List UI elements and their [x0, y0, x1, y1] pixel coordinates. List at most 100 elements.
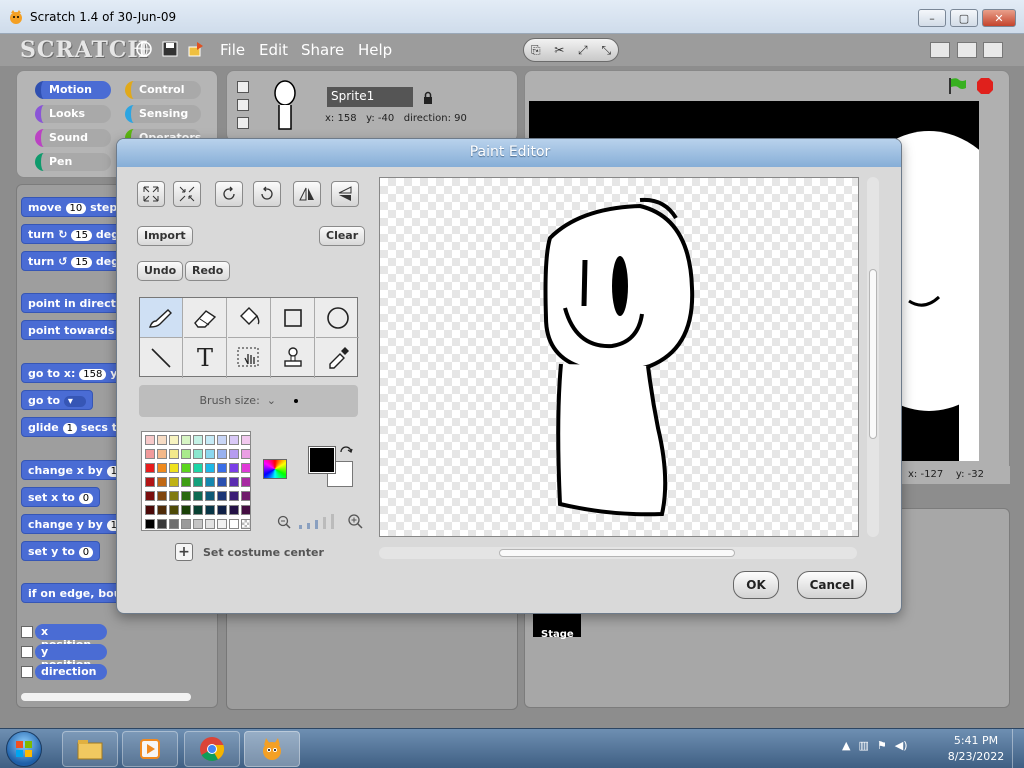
close-button[interactable]: ✕	[982, 9, 1016, 27]
block-turn-ccw[interactable]: turn ↺ 15 deg	[21, 251, 127, 271]
color-swatch[interactable]	[169, 505, 179, 515]
zoom-level-bars[interactable]	[297, 513, 341, 529]
grow-icon[interactable]: ⤢	[575, 42, 591, 58]
minimize-button[interactable]: –	[918, 9, 946, 27]
normal-stage-icon[interactable]	[956, 42, 977, 58]
eraser-tool[interactable]	[184, 298, 227, 338]
undo-button[interactable]: Undo	[137, 261, 184, 281]
taskbar-media-player[interactable]	[122, 731, 178, 767]
color-swatch[interactable]	[193, 519, 203, 529]
stamp-tool[interactable]	[272, 338, 315, 378]
color-swatch[interactable]	[193, 435, 203, 445]
globe-icon[interactable]	[136, 41, 152, 57]
color-swatch[interactable]	[241, 505, 251, 515]
color-swatch[interactable]	[181, 505, 191, 515]
menu-edit[interactable]: Edit	[259, 41, 288, 59]
plus-icon[interactable]: +	[175, 543, 193, 561]
share-icon[interactable]	[188, 41, 204, 57]
color-swatch[interactable]	[241, 491, 251, 501]
menu-help[interactable]: Help	[358, 41, 392, 59]
color-swatch[interactable]	[145, 463, 155, 473]
canvas-horizontal-scrollbar[interactable]	[379, 547, 857, 559]
flip-vertical-icon[interactable]	[331, 181, 359, 207]
horizontal-scroll-thumb[interactable]	[499, 549, 735, 557]
block-input[interactable]: 0	[78, 547, 94, 558]
show-desktop-button[interactable]	[1012, 729, 1024, 768]
color-swatch[interactable]	[241, 477, 251, 487]
reporter-y-position[interactable]: y position	[35, 644, 107, 671]
color-swatch[interactable]	[169, 519, 179, 529]
color-swatch[interactable]	[205, 491, 215, 501]
color-swatch[interactable]	[229, 519, 239, 529]
canvas-vertical-scrollbar[interactable]	[867, 177, 879, 537]
block-input[interactable]: 0	[78, 493, 94, 504]
color-swatch[interactable]	[193, 477, 203, 487]
color-swatch[interactable]	[145, 449, 155, 459]
checkbox-x-position[interactable]	[21, 626, 33, 638]
category-sensing[interactable]: Sensing	[125, 105, 201, 123]
block-move[interactable]: move 10 steps	[21, 197, 131, 217]
cancel-button[interactable]: Cancel	[797, 571, 867, 599]
shrink-icon[interactable]	[173, 181, 201, 207]
menu-file[interactable]: File	[220, 41, 245, 59]
color-swatch[interactable]	[145, 519, 155, 529]
color-swatch[interactable]	[169, 449, 179, 459]
paint-canvas[interactable]	[379, 177, 859, 537]
line-tool[interactable]	[140, 338, 183, 378]
duplicate-icon[interactable]: ⎘	[528, 42, 544, 58]
brush-size-control[interactable]: Brush size: ⌄	[139, 385, 358, 417]
block-input[interactable]: 1	[62, 423, 77, 434]
block-input[interactable]: 158	[79, 369, 107, 380]
ellipse-tool[interactable]	[316, 298, 359, 338]
color-swatch[interactable]	[229, 435, 239, 445]
category-sound[interactable]: Sound	[35, 129, 111, 147]
color-swatch[interactable]	[145, 505, 155, 515]
color-swatch[interactable]	[229, 477, 239, 487]
color-swatch[interactable]	[169, 477, 179, 487]
color-swatch[interactable]	[217, 491, 227, 501]
checkbox-direction[interactable]	[21, 666, 33, 678]
color-swatch[interactable]	[181, 519, 191, 529]
volume-icon[interactable]: ◀)	[895, 739, 908, 752]
block-turn-cw[interactable]: turn ↻ 15 deg	[21, 224, 127, 244]
import-button[interactable]: Import	[137, 226, 193, 246]
rotate-style-icon[interactable]	[237, 81, 249, 93]
reporter-x-position[interactable]: x position	[35, 624, 107, 651]
clear-button[interactable]: Clear	[319, 226, 366, 246]
color-swatch[interactable]	[181, 435, 191, 445]
set-costume-center[interactable]: + Set costume center	[175, 543, 324, 561]
color-swatch[interactable]	[205, 463, 215, 473]
ok-button[interactable]: OK	[733, 571, 779, 599]
system-clock[interactable]: 5:41 PM 8/23/2022	[944, 733, 1008, 765]
color-swatch[interactable]	[157, 477, 167, 487]
color-swatch[interactable]	[157, 491, 167, 501]
block-set-x[interactable]: set x to 0	[21, 487, 101, 507]
color-swatch[interactable]	[241, 519, 251, 529]
color-swatch[interactable]	[229, 463, 239, 473]
small-stage-icon[interactable]	[930, 42, 950, 58]
network-icon[interactable]: ▥	[858, 739, 868, 752]
color-swatch[interactable]	[229, 491, 239, 501]
block-input[interactable]: 10	[65, 203, 87, 214]
color-swatch[interactable]	[217, 477, 227, 487]
color-swatch[interactable]	[217, 435, 227, 445]
stop-icon[interactable]	[975, 77, 995, 95]
color-swatch[interactable]	[193, 463, 203, 473]
color-swatch[interactable]	[205, 505, 215, 515]
paintbrush-tool[interactable]	[140, 298, 183, 338]
color-swatch[interactable]	[193, 505, 203, 515]
save-icon[interactable]	[162, 41, 178, 57]
color-swatch[interactable]	[241, 463, 251, 473]
eyedropper-tool[interactable]	[316, 338, 359, 378]
lock-icon[interactable]	[423, 91, 433, 104]
color-swatch[interactable]	[145, 477, 155, 487]
color-swatch[interactable]	[169, 491, 179, 501]
block-glide[interactable]: glide 1 secs to	[21, 417, 132, 437]
color-swatch[interactable]	[169, 463, 179, 473]
color-swatch[interactable]	[205, 519, 215, 529]
rectangle-tool[interactable]	[272, 298, 315, 338]
category-looks[interactable]: Looks	[35, 105, 111, 123]
block-input[interactable]: 15	[71, 230, 92, 241]
color-swatch[interactable]	[181, 491, 191, 501]
category-motion[interactable]: Motion	[35, 81, 111, 99]
